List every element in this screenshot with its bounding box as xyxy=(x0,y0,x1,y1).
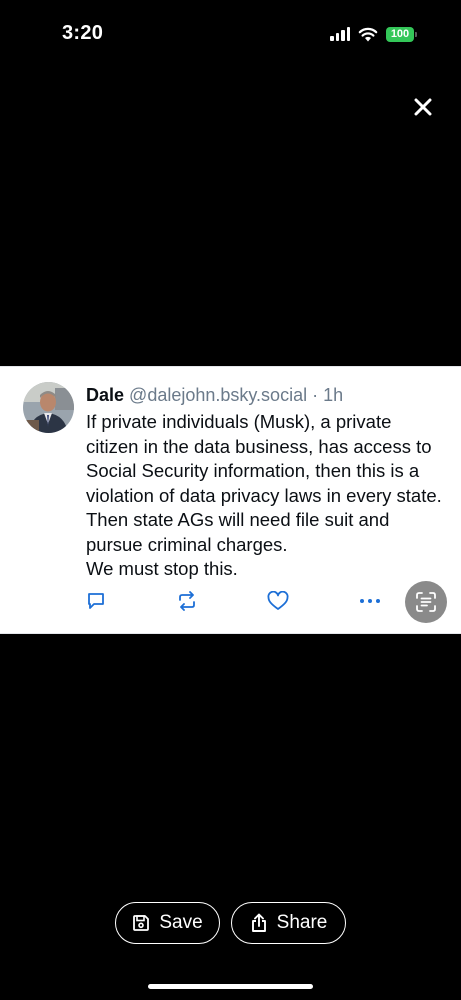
status-icons: 100 xyxy=(330,25,417,43)
live-text-button[interactable] xyxy=(405,581,447,623)
share-button[interactable]: Share xyxy=(231,902,346,944)
save-icon xyxy=(132,914,150,932)
reply-button[interactable] xyxy=(86,591,106,611)
battery-level: 100 xyxy=(390,28,410,40)
save-button[interactable]: Save xyxy=(115,902,220,944)
status-time: 3:20 xyxy=(62,22,104,44)
repost-icon xyxy=(179,591,195,611)
like-button[interactable] xyxy=(267,591,289,611)
post-card: Dale @dalejohn.bsky.social · 1h If priva… xyxy=(0,366,461,634)
battery-cap xyxy=(415,31,417,37)
cellular-signal-icon xyxy=(330,27,350,41)
screenshot-viewer: 3:20 100 Dale @dalejohn.bsky.social · 1h… xyxy=(0,0,461,1000)
author-name[interactable]: Dale xyxy=(86,385,124,405)
post-text: If private individuals (Musk), a private… xyxy=(86,411,442,579)
share-label: Share xyxy=(276,912,328,933)
post-header: Dale @dalejohn.bsky.social · 1h xyxy=(86,383,446,407)
avatar[interactable] xyxy=(23,382,74,433)
author-handle[interactable]: @dalejohn.bsky.social · 1h xyxy=(129,385,343,405)
battery-icon: 100 xyxy=(386,26,414,42)
more-options-button[interactable] xyxy=(358,591,382,611)
home-indicator[interactable] xyxy=(148,984,313,989)
save-label: Save xyxy=(159,912,203,933)
wifi-icon xyxy=(358,27,378,41)
close-icon xyxy=(414,98,432,116)
post-content: Dale @dalejohn.bsky.social · 1h If priva… xyxy=(86,383,446,582)
reply-icon xyxy=(88,593,104,609)
share-icon xyxy=(250,913,268,933)
close-button[interactable] xyxy=(408,92,438,122)
like-icon xyxy=(267,591,289,610)
repost-button[interactable] xyxy=(176,591,198,611)
live-text-scan-icon xyxy=(416,592,436,612)
more-options-icon xyxy=(360,599,380,603)
